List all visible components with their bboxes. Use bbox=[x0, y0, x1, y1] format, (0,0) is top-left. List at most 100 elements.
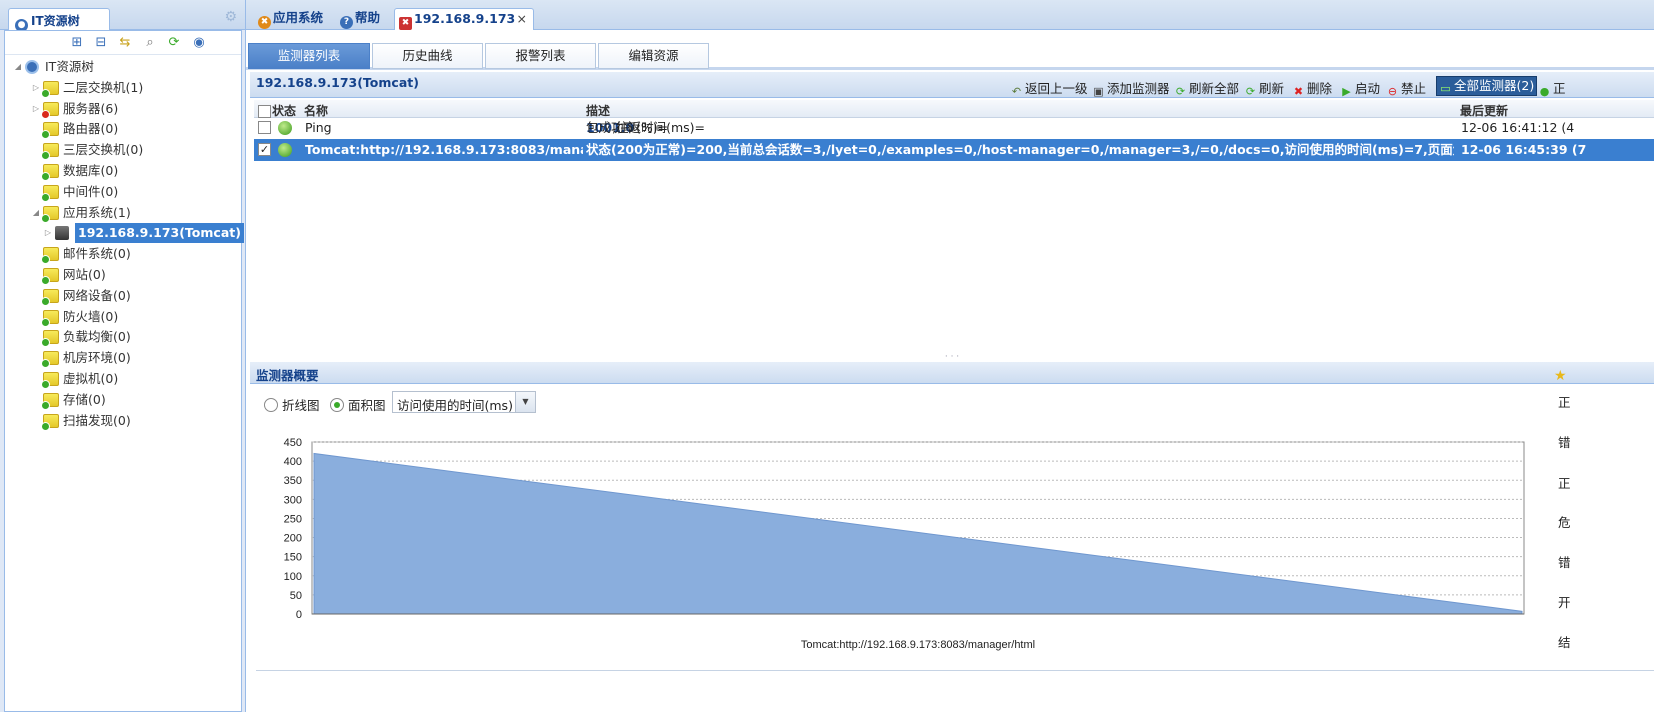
tree-node[interactable]: 三层交换机(0) bbox=[5, 140, 241, 161]
ok-status-icon: ● bbox=[1539, 85, 1550, 98]
subtab-edit-resource[interactable]: 编辑资源 bbox=[598, 43, 709, 69]
delete-button[interactable]: ✖ 删除 bbox=[1292, 78, 1332, 98]
expand-all-icon[interactable]: ⊞ bbox=[69, 35, 85, 51]
tree-node[interactable]: 邮件系统(0) bbox=[5, 244, 241, 265]
expander-icon[interactable]: ▷ bbox=[43, 223, 53, 243]
tree-node[interactable]: 网络设备(0) bbox=[5, 286, 241, 306]
tab-help[interactable]: ? 帮助 bbox=[336, 8, 392, 30]
y-tick-label: 450 bbox=[284, 437, 302, 449]
row-name: Tomcat:http://192.168.9.173:8083/manager… bbox=[305, 142, 583, 157]
expander-icon[interactable]: ▷ bbox=[31, 78, 41, 98]
tree-node[interactable]: 机房环境(0) bbox=[5, 348, 241, 369]
grid-title: 192.168.9.173(Tomcat) bbox=[256, 75, 419, 90]
row-desc: 包成功率(%)= 100 ,往返时间(ms)= 1.0 bbox=[586, 120, 705, 135]
row-name: Ping bbox=[305, 120, 332, 135]
refresh-icon[interactable]: ⟳ bbox=[166, 35, 182, 51]
start-button[interactable]: ▶ 启动 bbox=[1340, 78, 1380, 98]
tab-it-resource-tree[interactable]: ● IT资源树 bbox=[8, 8, 110, 32]
tree-node-label: 负载均衡(0) bbox=[63, 329, 131, 345]
tree-node[interactable]: 路由器(0) bbox=[5, 119, 241, 140]
summary-header: 监测器概要 bbox=[250, 362, 1654, 384]
add-monitor-icon: ▣ bbox=[1093, 85, 1104, 98]
normal-filter-button[interactable]: ● 正 bbox=[1538, 78, 1566, 98]
row-checkbox[interactable] bbox=[258, 121, 271, 134]
tree-node-label: 192.168.9.173(Tomcat) bbox=[75, 223, 244, 244]
radio-line[interactable] bbox=[264, 398, 278, 412]
tree-node[interactable]: 虚拟机(0) bbox=[5, 369, 241, 389]
main-tabbar: ✖ 应用系统 ? 帮助 ✖ 192.168.9.173 × bbox=[246, 0, 1654, 30]
y-tick-label: 0 bbox=[296, 609, 302, 621]
table-row[interactable]: Ping 包成功率(%)= 100 ,往返时间(ms)= 1.0 12-06 16:4… bbox=[254, 117, 1654, 139]
subtab-history-curve[interactable]: 历史曲线 bbox=[372, 43, 483, 69]
subtab-alarm-list[interactable]: 报警列表 bbox=[485, 43, 596, 69]
y-tick-label: 200 bbox=[284, 533, 302, 545]
gear-icon[interactable]: ⚙ bbox=[224, 9, 237, 25]
eye-icon[interactable]: ◉ bbox=[191, 35, 207, 51]
table-row[interactable]: ✓ Tomcat:http://192.168.9.173:8083/manag… bbox=[254, 139, 1654, 161]
row-checkbox[interactable]: ✓ bbox=[258, 143, 271, 156]
radio-area-option[interactable]: 面积图 bbox=[330, 395, 386, 414]
folder-icon bbox=[41, 309, 59, 327]
expander-icon[interactable]: ◢ bbox=[31, 203, 41, 223]
monitor-icon: ▭ bbox=[1440, 82, 1451, 95]
tree-node[interactable]: 中间件(0) bbox=[5, 182, 241, 202]
refresh-all-button[interactable]: ⟳ 刷新全部 bbox=[1174, 78, 1239, 98]
tree-node[interactable]: 网站(0) bbox=[5, 265, 241, 285]
refresh-icon: ⟳ bbox=[1245, 85, 1256, 98]
expander-icon[interactable]: ◢ bbox=[13, 57, 23, 77]
move-icon[interactable]: ⇆ bbox=[117, 35, 133, 51]
add-monitor-button[interactable]: ▣ 添加监测器 bbox=[1092, 78, 1169, 98]
metric-select[interactable]: 访问使用的时间(ms) ▼ bbox=[392, 391, 536, 413]
tree-node[interactable]: ◢ 应用系统(1) bbox=[5, 203, 241, 223]
side-label: 正 bbox=[1558, 476, 1571, 491]
side-label: 危 bbox=[1558, 515, 1571, 530]
tree-node[interactable]: ▷ 二层交换机(1) bbox=[5, 78, 241, 98]
tree-node[interactable]: 存储(0) bbox=[5, 390, 241, 410]
tree-toolbar: ⊞ ⊟ ⇆ ⌕ ⟳ ◉ bbox=[5, 31, 241, 55]
divider bbox=[256, 670, 1654, 671]
all-monitors-button[interactable]: ▭ 全部监测器(2) bbox=[1436, 76, 1538, 96]
tree-node[interactable]: 负载均衡(0) bbox=[5, 327, 241, 348]
tree-node-label: 数据库(0) bbox=[63, 163, 119, 178]
subtab-monitor-list[interactable]: 监测器列表 bbox=[248, 43, 370, 69]
y-tick-label: 350 bbox=[284, 475, 302, 487]
tree-node-label: 存储(0) bbox=[63, 391, 106, 407]
x-axis-label: Tomcat:http://192.168.9.173:8083/manager… bbox=[801, 639, 1035, 651]
disable-button[interactable]: ⊖ 禁止 bbox=[1386, 78, 1426, 98]
app-system-icon: ✖ bbox=[258, 16, 271, 29]
chevron-down-icon[interactable]: ▼ bbox=[515, 392, 535, 412]
tree-node-label: 路由器(0) bbox=[63, 121, 119, 137]
tree-node-label: 扫描发现(0) bbox=[63, 412, 131, 428]
collapse-all-icon[interactable]: ⊟ bbox=[93, 35, 109, 51]
tab-host[interactable]: ✖ 192.168.9.173 × bbox=[394, 8, 534, 30]
expander-icon[interactable]: ▷ bbox=[31, 99, 41, 119]
tree-node[interactable]: ▷ 192.168.9.173(Tomcat) bbox=[5, 223, 244, 244]
left-tabbar: ● IT资源树 ⚙ bbox=[0, 0, 245, 32]
back-button[interactable]: ↶ 返回上一级 bbox=[1010, 78, 1088, 98]
radio-area[interactable] bbox=[330, 398, 344, 412]
star-icon[interactable]: ★ bbox=[1554, 368, 1567, 384]
tree-node-label: 防火墙(0) bbox=[63, 308, 119, 324]
forbid-icon: ⊖ bbox=[1387, 85, 1398, 98]
tree-node[interactable]: 防火墙(0) bbox=[5, 307, 241, 327]
tree-body: ⊞ ⊟ ⇆ ⌕ ⟳ ◉ ◢ IT资源树 ▷ 二层交换机(1) ▷ 服务器(6) 路由器(0)… bbox=[4, 30, 244, 712]
close-tab-icon[interactable]: × bbox=[517, 9, 527, 29]
y-tick-label: 150 bbox=[284, 552, 302, 564]
tree-node-label: 中间件(0) bbox=[63, 183, 119, 199]
tree-node[interactable]: ▷ 服务器(6) bbox=[5, 99, 241, 119]
tab-app-system[interactable]: ✖ 应用系统 bbox=[254, 8, 332, 30]
tree-node-label: 二层交换机(1) bbox=[63, 79, 144, 95]
radio-line-option[interactable]: 折线图 bbox=[264, 395, 320, 414]
tree-node[interactable]: ◢ IT资源树 bbox=[5, 57, 241, 77]
ok-status-icon bbox=[278, 143, 292, 157]
row-updated: 12-06 16:45:39 (7 bbox=[1461, 142, 1587, 157]
refresh-all-icon: ⟳ bbox=[1175, 85, 1186, 98]
delete-icon: ✖ bbox=[1293, 85, 1304, 98]
search-icon[interactable]: ⌕ bbox=[142, 35, 158, 51]
tree-node[interactable]: 扫描发现(0) bbox=[5, 411, 241, 431]
tree-node[interactable]: 数据库(0) bbox=[5, 161, 241, 181]
refresh-button[interactable]: ⟳ 刷新 bbox=[1244, 78, 1284, 98]
side-label: 错 bbox=[1558, 555, 1571, 570]
folder-icon bbox=[41, 164, 59, 181]
tree-node-label: IT资源树 bbox=[45, 59, 94, 74]
